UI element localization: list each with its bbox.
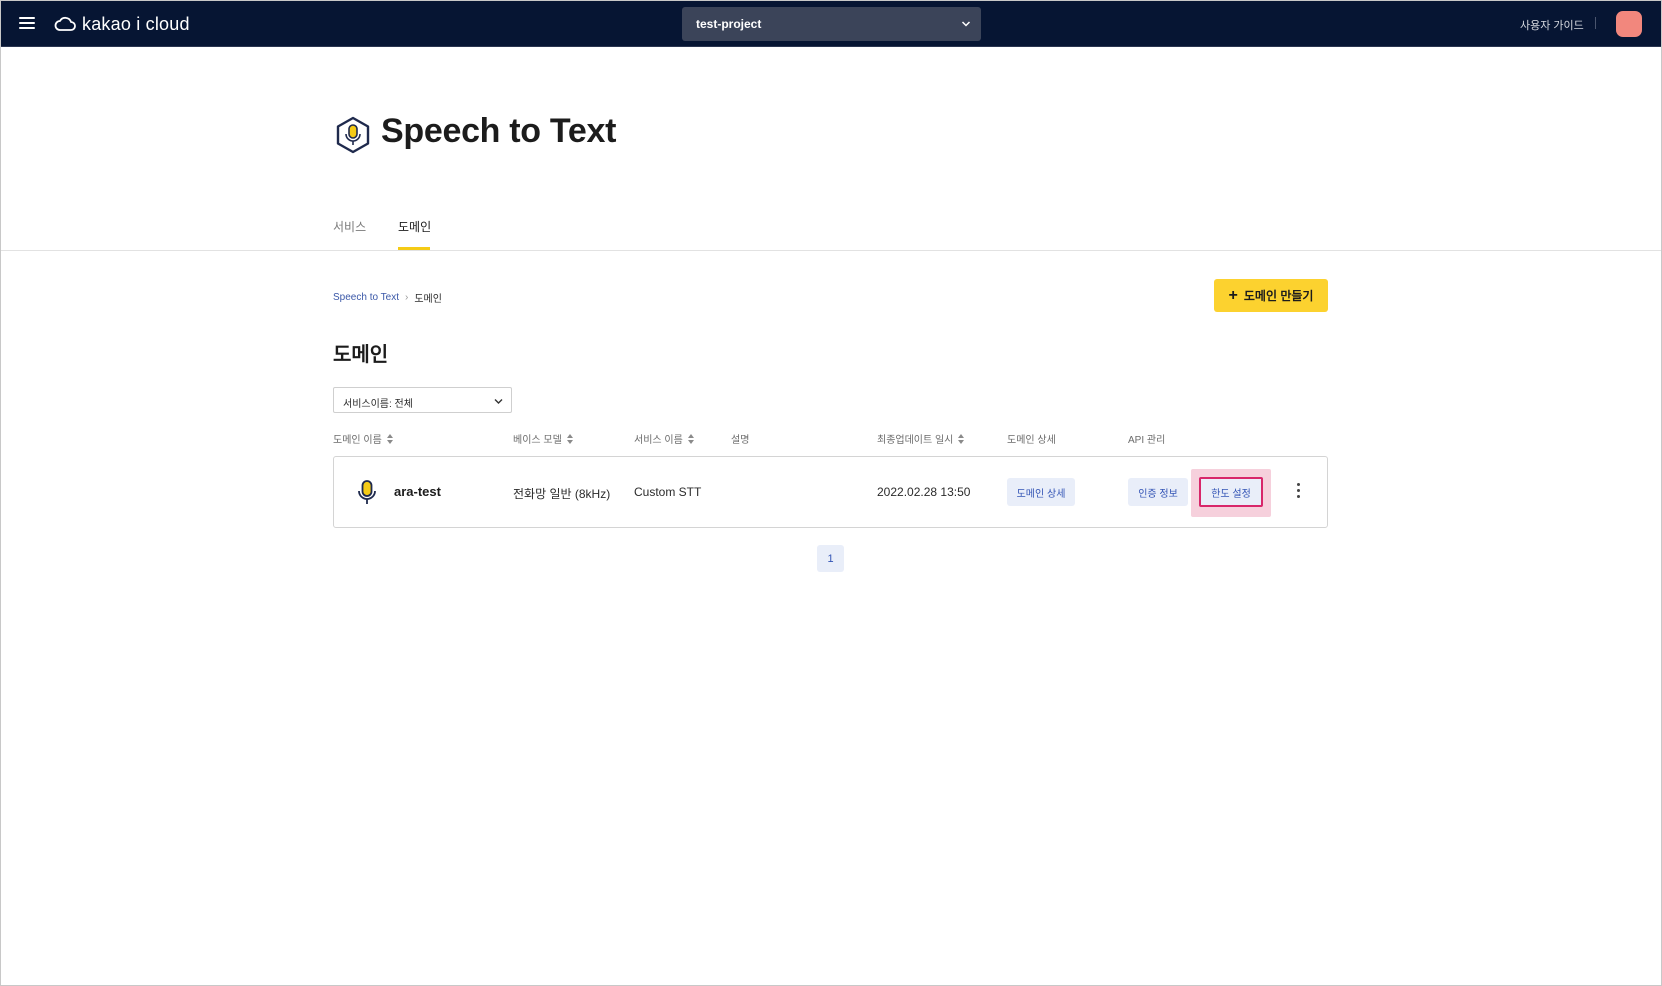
chevron-down-icon	[494, 399, 503, 404]
column-header-api-management: API 관리	[1128, 431, 1165, 446]
column-header-domain-detail: 도메인 상세	[1007, 431, 1056, 446]
sort-icon[interactable]	[687, 433, 694, 444]
column-header-service-name: 서비스 이름	[634, 431, 694, 446]
tab-domain[interactable]: 도메인	[398, 218, 431, 235]
column-header-label: 서비스 이름	[634, 435, 683, 446]
column-header-label: API 관리	[1128, 435, 1166, 446]
user-avatar[interactable]	[1616, 11, 1642, 37]
create-domain-button[interactable]: + 도메인 만들기	[1214, 279, 1328, 312]
chevron-down-icon	[961, 21, 971, 27]
sort-icon[interactable]	[958, 433, 965, 444]
project-select-value: test-project	[696, 17, 762, 31]
tab-service[interactable]: 서비스	[333, 218, 366, 235]
sort-icon[interactable]	[566, 433, 573, 444]
column-header-domain-name: 도메인 이름	[333, 431, 393, 446]
column-header-label: 도메인 이름	[333, 435, 382, 446]
breadcrumb-chevron-icon: ›	[404, 292, 409, 303]
service-name-filter[interactable]: 서비스이름: 전체	[333, 387, 512, 413]
column-header-description: 설명	[731, 431, 749, 446]
hamburger-menu-icon[interactable]	[19, 14, 37, 32]
brand-logo[interactable]: kakao i cloud	[54, 12, 190, 36]
page-title: Speech to Text	[381, 112, 617, 150]
speech-to-text-service-icon	[336, 116, 370, 154]
column-header-label: 베이스 모델	[513, 435, 562, 446]
column-header-updated: 최종업데이트 일시	[877, 431, 965, 446]
column-header-label: 설명	[731, 435, 750, 446]
user-guide-link[interactable]: 사용자 가이드	[1520, 17, 1584, 33]
domain-name[interactable]: ara-test	[394, 484, 441, 499]
service-name-filter-value: 서비스이름: 전체	[343, 399, 413, 410]
breadcrumb-root-link[interactable]: Speech to Text	[333, 292, 399, 303]
create-domain-label: 도메인 만들기	[1243, 289, 1314, 303]
limit-setting-button[interactable]: 한도 설정	[1199, 477, 1263, 507]
domain-detail-button[interactable]: 도메인 상세	[1007, 478, 1075, 506]
table-row: ara-test 전화망 일반 (8kHz) Custom STT 2022.0…	[333, 456, 1328, 528]
pagination-page-1[interactable]: 1	[817, 545, 844, 572]
breadcrumb-current: 도메인	[414, 294, 442, 305]
topbar-divider	[1595, 17, 1596, 29]
top-navigation-bar: kakao i cloud test-project 사용자 가이드	[1, 1, 1661, 47]
plus-icon: +	[1228, 286, 1238, 304]
more-options-icon[interactable]	[1292, 483, 1304, 503]
column-header-label: 도메인 상세	[1007, 435, 1056, 446]
brand-name: kakao i cloud	[82, 13, 190, 34]
cloud-icon	[54, 16, 76, 31]
auth-info-button[interactable]: 인증 정보	[1128, 478, 1188, 506]
microphone-icon	[358, 480, 376, 504]
updated-datetime: 2022.02.28 13:50	[877, 485, 971, 499]
section-title: 도메인	[333, 344, 389, 366]
service-name: Custom STT	[634, 485, 702, 499]
tabs-divider	[1, 250, 1661, 251]
base-model: 전화망 일반 (8kHz)	[513, 487, 611, 501]
project-select[interactable]: test-project	[682, 7, 981, 41]
sort-icon[interactable]	[386, 433, 393, 444]
column-header-label: 최종업데이트 일시	[877, 435, 954, 446]
column-header-base-model: 베이스 모델	[513, 431, 573, 446]
breadcrumb: Speech to Text › 도메인	[333, 290, 442, 305]
